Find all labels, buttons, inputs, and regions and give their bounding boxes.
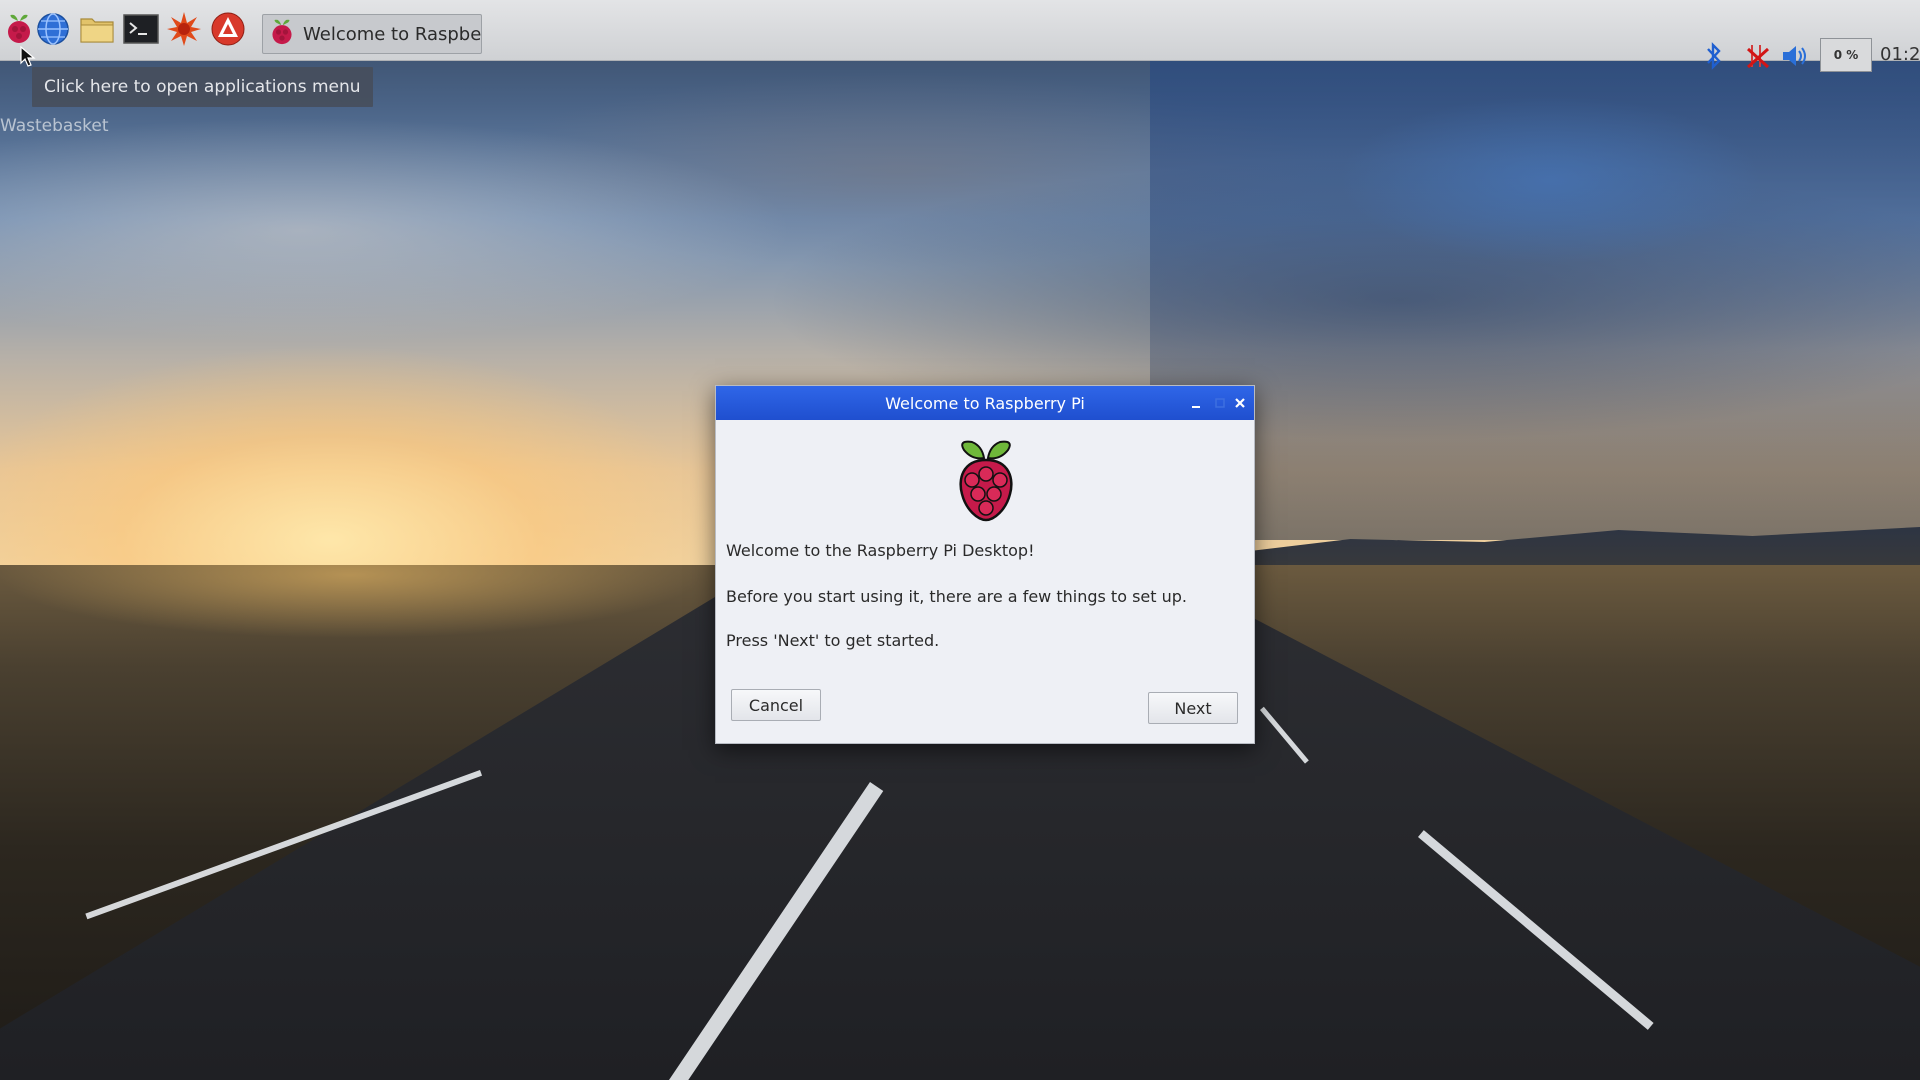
dialog-instruction: Press 'Next' to get started.: [726, 631, 940, 650]
welcome-dialog: Welcome to Raspberry Pi Welcome to the R…: [715, 385, 1255, 744]
network-disconnected-icon[interactable]: [1742, 36, 1772, 76]
task-button-label: Welcome to Raspberr...: [303, 23, 481, 45]
raspberry-icon: [269, 17, 295, 51]
cpu-monitor[interactable]: 0 %: [1820, 38, 1872, 72]
cancel-button[interactable]: Cancel: [731, 689, 821, 721]
dialog-titlebar[interactable]: Welcome to Raspberry Pi: [716, 386, 1254, 420]
raspberry-menu-icon[interactable]: [0, 10, 38, 48]
terminal-icon[interactable]: [122, 10, 160, 48]
applications-menu-tooltip: Click here to open applications menu: [32, 67, 373, 107]
next-button[interactable]: Next: [1148, 692, 1238, 724]
minimize-icon[interactable]: [1186, 393, 1206, 413]
wastebasket-label[interactable]: Wastebasket: [0, 116, 109, 136]
burst-icon[interactable]: [165, 10, 203, 48]
dialog-body: Before you start using it, there are a f…: [726, 587, 1187, 606]
wallpaper-sky-dark-clouds: [1150, 60, 1920, 540]
task-button-welcome[interactable]: Welcome to Raspberr...: [262, 14, 482, 54]
globe-browser-icon[interactable]: [34, 10, 72, 48]
taskbar: Welcome to Raspberr... 0 % 01:23: [0, 0, 1920, 72]
dialog-title: Welcome to Raspberry Pi: [885, 394, 1085, 413]
cpu-usage-label: 0 %: [1833, 48, 1859, 62]
mouse-cursor-icon: [20, 45, 36, 72]
bluetooth-icon[interactable]: [1704, 36, 1724, 76]
volume-icon[interactable]: [1780, 36, 1810, 76]
dialog-heading: Welcome to the Raspberry Pi Desktop!: [726, 541, 1035, 560]
wolfram-icon[interactable]: [209, 10, 247, 48]
tooltip-text: Click here to open applications menu: [44, 77, 361, 97]
clock[interactable]: 01:23: [1880, 44, 1920, 65]
raspberry-pi-logo-icon: [952, 440, 1020, 528]
folder-icon[interactable]: [78, 10, 116, 48]
maximize-icon[interactable]: [1210, 393, 1230, 413]
close-icon[interactable]: [1230, 393, 1250, 413]
